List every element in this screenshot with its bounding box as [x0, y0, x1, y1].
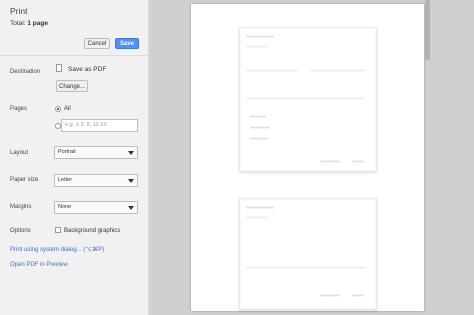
total-value: 1 page [27, 20, 48, 27]
preview-blur-line [246, 70, 298, 71]
margins-select[interactable]: None [54, 201, 138, 214]
chevron-down-icon [128, 179, 134, 183]
preview-page [191, 4, 424, 311]
preview-blur-line [320, 161, 340, 162]
preview-card-1 [239, 27, 377, 172]
open-pdf-link[interactable]: Open PDF in Preview [10, 262, 68, 268]
margins-value: None [58, 204, 72, 210]
header-divider [0, 55, 148, 56]
preview-blur-line [246, 207, 274, 208]
destination-label: Destination [10, 69, 41, 75]
pages-label: Pages [10, 106, 28, 112]
print-settings-panel: Print Total: 1 page Cancel Save Destinat… [0, 0, 148, 315]
background-graphics-label: Background graphics [64, 228, 121, 234]
margins-label: Margins [10, 204, 32, 210]
preview-blur-line [250, 127, 270, 128]
save-button[interactable]: Save [115, 38, 139, 49]
paper-size-select[interactable]: Letter [54, 174, 138, 187]
change-destination-button[interactable]: Change... [56, 80, 88, 92]
layout-label: Layout [10, 150, 29, 156]
preview-blur-line [246, 46, 268, 47]
options-label: Options [10, 228, 31, 234]
pdf-file-icon [56, 64, 62, 72]
layout-select[interactable]: Portrait [54, 146, 138, 159]
preview-blur-line [320, 295, 340, 296]
preview-blur-line [250, 138, 268, 139]
background-graphics-checkbox[interactable] [55, 227, 61, 233]
preview-blur-line [246, 217, 268, 218]
paper-size-label: Paper size [10, 177, 39, 183]
preview-blur-line [246, 98, 365, 99]
preview-blur-line [352, 161, 364, 162]
total-label: Total: [10, 20, 28, 27]
pages-all-label: All [64, 106, 71, 112]
preview-blur-line [250, 116, 266, 117]
pages-all-radio[interactable] [55, 106, 61, 112]
system-dialog-link[interactable]: Print using system dialog... (⌥⌘P) [10, 246, 104, 253]
chevron-down-icon [128, 151, 134, 155]
preview-scrollbar[interactable] [425, 0, 430, 60]
preview-blur-line [352, 295, 364, 296]
dialog-title: Print [10, 6, 28, 16]
preview-blur-line [246, 267, 366, 268]
preview-blur-line [246, 36, 274, 37]
page-range-input[interactable]: e.g. 1-5, 8, 11-13 [61, 119, 138, 132]
preview-card-2 [239, 198, 377, 310]
cancel-button[interactable]: Cancel [84, 38, 110, 49]
preview-blur-line [310, 70, 365, 71]
layout-value: Portrait [58, 149, 76, 155]
destination-value: Save as PDF [68, 66, 107, 73]
paper-size-value: Letter [58, 177, 73, 183]
chevron-down-icon [128, 206, 134, 210]
total-pages: Total: 1 page [10, 20, 48, 27]
